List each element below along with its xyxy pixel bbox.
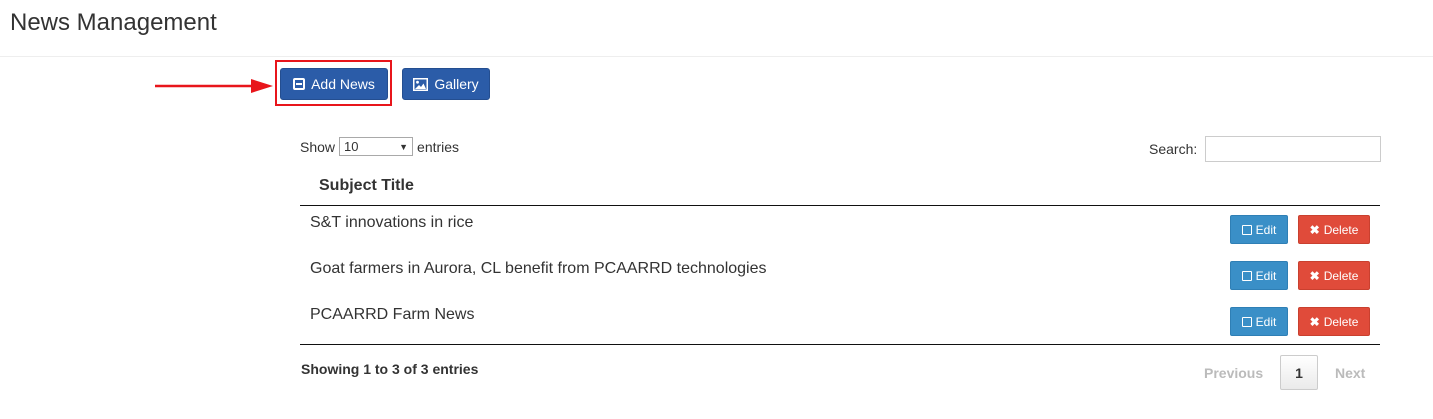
entries-length-control: Show 10 ▼ entries (300, 137, 459, 156)
gallery-button[interactable]: Gallery (402, 68, 490, 100)
edit-label: Edit (1255, 222, 1277, 237)
add-news-label: Add News (311, 76, 375, 92)
search-control: Search: (1149, 136, 1382, 162)
delete-button[interactable]: ✖ Delete (1298, 307, 1370, 336)
show-label: Show (300, 138, 336, 155)
pagination-previous[interactable]: Previous (1204, 365, 1263, 381)
x-icon: ✖ (1309, 314, 1320, 329)
delete-button[interactable]: ✖ Delete (1298, 215, 1370, 244)
row-title: PCAARRD Farm News (310, 306, 475, 323)
row-title: S&T innovations in rice (310, 214, 474, 231)
arrow-annotation (155, 79, 273, 93)
entries-label: entries (417, 138, 460, 155)
pagination-next[interactable]: Next (1335, 365, 1365, 381)
table-row: Goat farmers in Aurora, CL benefit from … (300, 252, 1380, 298)
delete-label: Delete (1323, 314, 1359, 329)
search-input[interactable] (1205, 136, 1382, 162)
edit-button[interactable]: Edit (1230, 215, 1288, 244)
table-row: S&T innovations in rice Edit ✖ Delete (300, 206, 1380, 252)
edit-button[interactable]: Edit (1230, 307, 1288, 336)
search-label: Search: (1149, 141, 1198, 157)
edit-label: Edit (1255, 314, 1277, 329)
delete-button[interactable]: ✖ Delete (1298, 261, 1370, 290)
page-header: News Management (0, 0, 1433, 57)
column-header-subject-title[interactable]: Subject Title (319, 177, 414, 195)
edit-label: Edit (1255, 268, 1277, 283)
table-footer-divider (300, 344, 1380, 345)
delete-label: Delete (1323, 268, 1359, 283)
row-title: Goat farmers in Aurora, CL benefit from … (310, 260, 767, 277)
entries-select[interactable]: 10 ▼ (339, 137, 414, 156)
chevron-down-icon: ▼ (399, 141, 409, 152)
pagination-page-1[interactable]: 1 (1280, 355, 1318, 390)
picture-icon (413, 77, 429, 91)
table-row: PCAARRD Farm News Edit ✖ Delete (300, 298, 1380, 344)
edit-icon (1241, 270, 1252, 281)
delete-label: Delete (1323, 222, 1359, 237)
entries-select-value: 10 (344, 139, 359, 154)
x-icon: ✖ (1309, 268, 1320, 283)
add-news-button[interactable]: Add News (280, 68, 388, 100)
book-icon (293, 78, 306, 90)
table-info: Showing 1 to 3 of 3 entries (301, 361, 479, 377)
edit-icon (1241, 316, 1252, 327)
page-title: News Management (10, 9, 217, 36)
edit-icon (1241, 224, 1252, 235)
x-icon: ✖ (1309, 222, 1320, 237)
edit-button[interactable]: Edit (1230, 261, 1288, 290)
gallery-label: Gallery (434, 76, 479, 92)
